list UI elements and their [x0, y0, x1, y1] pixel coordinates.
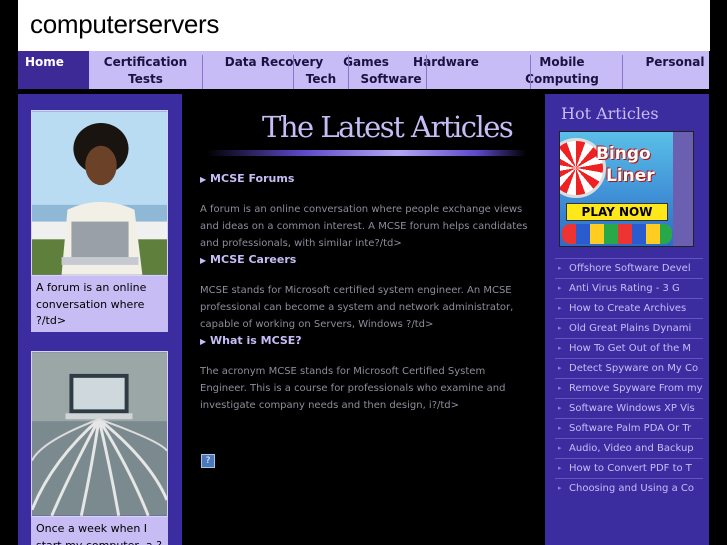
article-item: ▶ MCSE Forums A forum is an online conver… [200, 172, 534, 252]
article-title-link[interactable]: ▶ MCSE Careers [200, 253, 534, 268]
bullet-icon: ▸ [558, 384, 562, 392]
bullet-icon: ▸ [558, 424, 562, 432]
laptop-cables-photo[interactable] [31, 351, 168, 517]
hot-article-link[interactable]: ▸ Offshore Software Devel [555, 258, 703, 278]
hot-article-link[interactable]: ▸ Remove Spyware From my [555, 378, 703, 398]
article-title-link[interactable]: ▶ MCSE Forums [200, 172, 534, 187]
bullet-icon: ▸ [558, 304, 562, 312]
hot-article-link[interactable]: ▸ Choosing and Using a Co [555, 478, 703, 498]
article-title-text[interactable]: What is MCSE? [210, 334, 302, 347]
header: computerservers [18, 0, 710, 51]
bullet-icon: ▸ [558, 344, 562, 352]
nav-item-certification-tests[interactable]: Certification Tests [88, 51, 203, 89]
nav-item-mobile-computing[interactable]: Mobile Computing [502, 51, 622, 89]
bullet-icon: ▸ [558, 444, 562, 452]
hot-article-link[interactable]: ▸ How to Convert PDF to T [555, 458, 703, 478]
broken-image-icon[interactable]: ? [201, 454, 215, 468]
bullet-icon: ▸ [558, 324, 562, 332]
hot-article-link[interactable]: ▸ Audio, Video and Backup [555, 438, 703, 458]
play-now-button[interactable]: PLAY NOW [566, 203, 668, 221]
nav-divider [426, 55, 427, 89]
hot-articles-heading: Hot Articles [561, 104, 659, 123]
promo-caption[interactable]: Once a week when I start my computer, a … [31, 517, 168, 545]
article-summary: MCSE stands for Microsoft certified syst… [200, 285, 514, 330]
hot-article-link[interactable]: ▸ Anti Virus Rating - 3 G [555, 278, 703, 298]
promo-caption[interactable]: A forum is an online conversation where … [31, 276, 168, 332]
site-title[interactable]: computerservers [30, 9, 219, 40]
article-title-text[interactable]: MCSE Careers [210, 253, 296, 266]
ad-line1: Bingo [596, 144, 651, 164]
nav-divider [622, 55, 623, 89]
hot-articles-list: ▸ Offshore Software Devel ▸ Anti Virus Rat… [555, 258, 703, 498]
bullet-icon: ▸ [558, 484, 562, 492]
bingo-liner-ad[interactable]: Bingo Liner PLAY NOW [559, 131, 694, 247]
hot-article-link[interactable]: ▸ How To Get Out of the M [555, 338, 703, 358]
banner-title: The Latest Articles [262, 110, 514, 144]
main-content: The Latest Articles ▶ MCSE Forums A forum… [186, 94, 540, 545]
ad-background: Bingo Liner PLAY NOW [560, 132, 673, 246]
banner-gradient-bar [206, 150, 526, 156]
nav-divider [530, 55, 531, 89]
article-item: ▶ What is MCSE? The acronym MCSE stands f… [200, 334, 534, 414]
nav-item-home[interactable]: Home [18, 51, 89, 89]
article-item: ▶ MCSE Careers MCSE stands for Microsoft … [200, 253, 534, 333]
arrow-right-icon: ▶ [200, 256, 207, 265]
left-sidebar: A forum is an online conversation where … [18, 94, 182, 545]
hot-article-link[interactable]: ▸ How to Create Archives [555, 298, 703, 318]
article-summary: The acronym MCSE stands for Microsoft Ce… [200, 366, 506, 411]
nav-divider [348, 55, 349, 89]
arrow-right-icon: ▶ [200, 175, 207, 184]
arrow-right-icon: ▶ [200, 337, 207, 346]
latest-articles-banner: The Latest Articles [206, 106, 526, 158]
bullet-icon: ▸ [558, 464, 562, 472]
right-sidebar: Hot Articles Bingo Liner PLAY NOW ▸ Offsh… [545, 94, 709, 545]
bullet-icon: ▸ [558, 264, 562, 272]
bullet-icon: ▸ [558, 404, 562, 412]
hot-article-link[interactable]: ▸ Old Great Plains Dynami [555, 318, 703, 338]
main-nav: Home Certification Tests Data Recovery G… [18, 51, 709, 89]
bingo-balls-graphic [562, 224, 672, 244]
nav-divider [202, 55, 203, 89]
student-laptop-photo[interactable] [31, 110, 168, 276]
article-summary: A forum is an online conversation where … [200, 204, 528, 249]
bullet-icon: ▸ [558, 364, 562, 372]
article-title-text[interactable]: MCSE Forums [210, 172, 294, 185]
hot-article-link[interactable]: ▸ Software Windows XP Vis [555, 398, 703, 418]
hot-article-link[interactable]: ▸ Detect Spyware on My Co [555, 358, 703, 378]
article-title-link[interactable]: ▶ What is MCSE? [200, 334, 534, 349]
nav-item-software[interactable]: Software [356, 51, 426, 89]
hot-article-link[interactable]: ▸ Software Palm PDA Or Tr [555, 418, 703, 438]
bullet-icon: ▸ [558, 284, 562, 292]
nav-item-tech[interactable]: Tech [294, 51, 348, 89]
ad-line2: Liner [606, 166, 655, 186]
nav-item-personal[interactable]: Personal [640, 51, 709, 89]
